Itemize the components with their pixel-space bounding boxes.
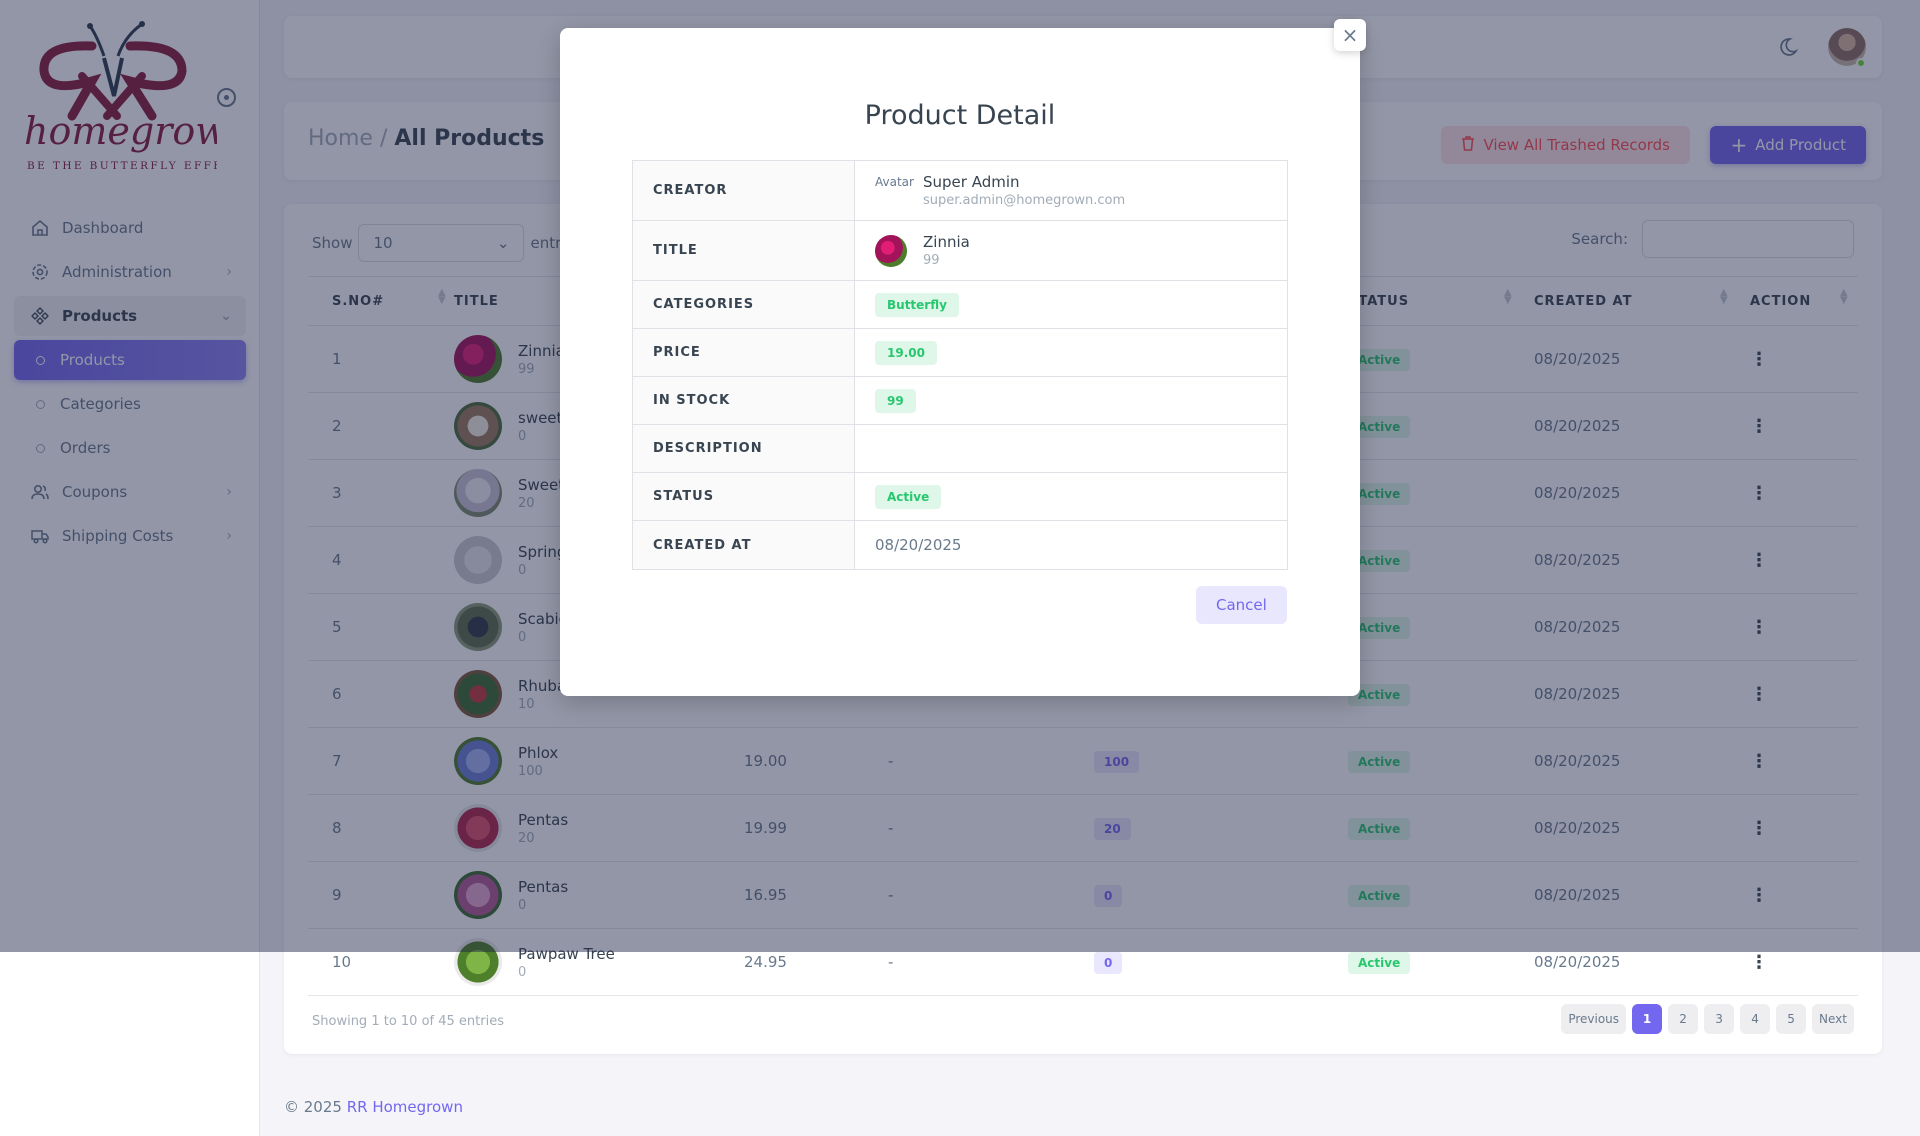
cell-created-at: 08/20/2025 [1534, 953, 1621, 971]
detail-label: CREATOR [633, 161, 855, 220]
detail-row-price: PRICE 19.00 [633, 329, 1287, 377]
category-badge: Butterfly [875, 292, 959, 317]
product-thumbnail [875, 234, 907, 267]
detail-row-status: STATUS Active [633, 473, 1287, 521]
detail-label: CATEGORIES [633, 281, 855, 328]
copyright-prefix: © 2025 [284, 1098, 342, 1116]
product-detail-modal: Product Detail CREATOR Avatar Super Admi… [560, 28, 1360, 696]
close-icon[interactable]: × [1334, 19, 1366, 51]
cell-price: 24.95 [744, 953, 787, 971]
pagination-page-3[interactable]: 3 [1704, 1004, 1735, 1034]
product-sub: 0 [518, 964, 527, 980]
detail-value [855, 425, 1287, 472]
stock-badge: 0 [1094, 952, 1123, 974]
pagination-next[interactable]: Next [1812, 1004, 1854, 1034]
price-badge: 19.00 [875, 340, 937, 365]
detail-label: TITLE [633, 221, 855, 280]
pagination-page-5[interactable]: 5 [1776, 1004, 1807, 1034]
detail-label: DESCRIPTION [633, 425, 855, 472]
detail-label: IN STOCK [633, 377, 855, 424]
modal-title: Product Detail [864, 100, 1056, 131]
cancel-button[interactable]: Cancel [1196, 586, 1287, 624]
detail-label: STATUS [633, 473, 855, 520]
detail-value: Active [855, 473, 1287, 520]
copyright-link[interactable]: RR Homegrown [347, 1098, 463, 1116]
detail-row-created-at: CREATED AT 08/20/2025 [633, 521, 1287, 569]
detail-value: 19.00 [855, 329, 1287, 376]
creator-email: super.admin@homegrown.com [923, 193, 1126, 208]
detail-value: 99 [855, 377, 1287, 424]
detail-row-creator: CREATOR Avatar Super Admin super.admin@h… [633, 161, 1287, 221]
detail-row-description: DESCRIPTION [633, 425, 1287, 473]
stock-badge: 99 [875, 388, 916, 413]
detail-row-title: TITLE Zinnia 99 [633, 221, 1287, 281]
cell-sno: 10 [332, 953, 352, 971]
kebab-menu-icon[interactable]: ⋮ [1750, 952, 1768, 973]
product-detail-table: CREATOR Avatar Super Admin super.admin@h… [632, 160, 1288, 570]
pagination-page-4[interactable]: 4 [1740, 1004, 1771, 1034]
creator-avatar-broken-image: Avatar [875, 174, 914, 189]
pagination-page-1[interactable]: 1 [1632, 1004, 1663, 1034]
product-title: Zinnia [923, 233, 970, 251]
status-badge: Active [1348, 952, 1411, 974]
detail-row-categories: CATEGORIES Butterfly [633, 281, 1287, 329]
detail-label: CREATED AT [633, 521, 855, 569]
status-badge: Active [875, 484, 942, 509]
detail-value: Avatar Super Admin super.admin@homegrown… [855, 161, 1287, 220]
pagination: Previous 1 2 3 4 5 Next [1561, 1004, 1854, 1034]
creator-name: Super Admin [923, 173, 1020, 191]
detail-value: Zinnia 99 [855, 221, 1287, 280]
detail-row-stock: IN STOCK 99 [633, 377, 1287, 425]
pagination-page-2[interactable]: 2 [1668, 1004, 1699, 1034]
cell-description: - [888, 953, 894, 971]
product-subtitle: 99 [923, 253, 940, 268]
detail-value: Butterfly [855, 281, 1287, 328]
pagination-previous[interactable]: Previous [1561, 1004, 1627, 1034]
detail-value: 08/20/2025 [875, 536, 962, 554]
detail-label: PRICE [633, 329, 855, 376]
footer-copyright: © 2025 RR Homegrown [284, 1098, 463, 1116]
table-info: Showing 1 to 10 of 45 entries [312, 1014, 504, 1029]
